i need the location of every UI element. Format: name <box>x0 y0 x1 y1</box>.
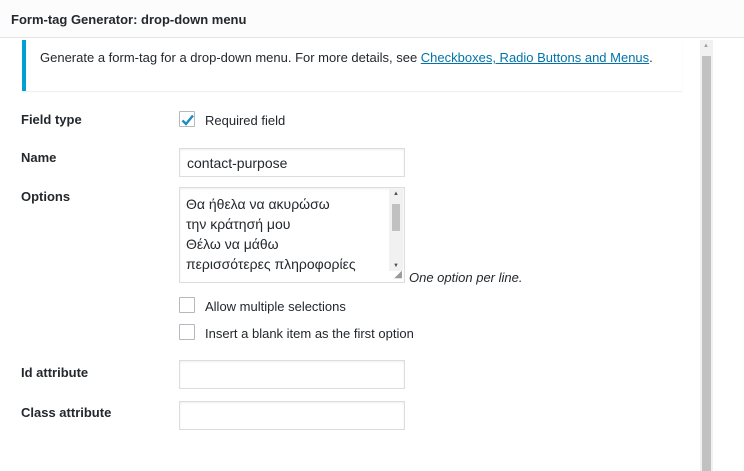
docs-link[interactable]: Checkboxes, Radio Buttons and Menus <box>421 50 649 65</box>
checkmark-icon <box>181 114 194 126</box>
textarea-scroll-thumb[interactable] <box>392 204 400 231</box>
blank-first-checkbox[interactable] <box>179 324 195 340</box>
scroll-up-icon[interactable]: ▲ <box>393 191 399 197</box>
option-line: Θα ήθελα να ακυρώσω <box>186 196 330 212</box>
allow-multiple-checkbox[interactable] <box>179 297 195 313</box>
allow-multiple-label: Allow multiple selections <box>205 299 346 314</box>
name-input[interactable]: contact-purpose <box>179 148 405 177</box>
class-attribute-label: Class attribute <box>21 405 112 420</box>
field-type-label: Field type <box>21 112 82 127</box>
panel-scroll-thumb[interactable] <box>702 56 711 471</box>
option-line: περισσότερες πληροφορίες <box>186 256 356 272</box>
id-attribute-input[interactable] <box>179 360 405 389</box>
option-line: την κράτησή μου <box>186 216 291 232</box>
class-attribute-input[interactable] <box>179 401 405 430</box>
dialog-titlebar: Form-tag Generator: drop-down menu <box>0 0 744 38</box>
id-attribute-label: Id attribute <box>21 365 89 380</box>
options-textarea[interactable]: Θα ήθελα να ακυρώσω την κράτησή μου Θέλω… <box>179 187 405 283</box>
panel-scrollbar[interactable]: ▲ <box>700 40 713 471</box>
info-notice: Generate a form-tag for a drop-down menu… <box>22 40 682 91</box>
required-field-label: Required field <box>205 113 286 128</box>
notice-text: Generate a form-tag for a drop-down menu… <box>40 48 670 67</box>
option-line: Θέλω να μάθω <box>186 236 279 252</box>
options-label: Options <box>21 189 71 204</box>
options-lines: Θα ήθελα να ακυρώσω την κράτησή μου Θέλω… <box>186 194 356 274</box>
options-hint: One option per line. <box>409 270 523 285</box>
blank-first-label: Insert a blank item as the first option <box>205 326 414 341</box>
scroll-up-icon[interactable]: ▲ <box>703 43 709 49</box>
name-label: Name <box>21 150 57 165</box>
dialog-title: Form-tag Generator: drop-down menu <box>11 12 247 27</box>
required-checkbox[interactable] <box>179 111 195 127</box>
notice-suffix: . <box>649 50 653 65</box>
textarea-scrollbar[interactable]: ▲ ▼ <box>389 189 403 271</box>
resize-handle-icon[interactable]: ◢ <box>394 270 402 280</box>
notice-body: Generate a form-tag for a drop-down menu… <box>40 50 421 65</box>
